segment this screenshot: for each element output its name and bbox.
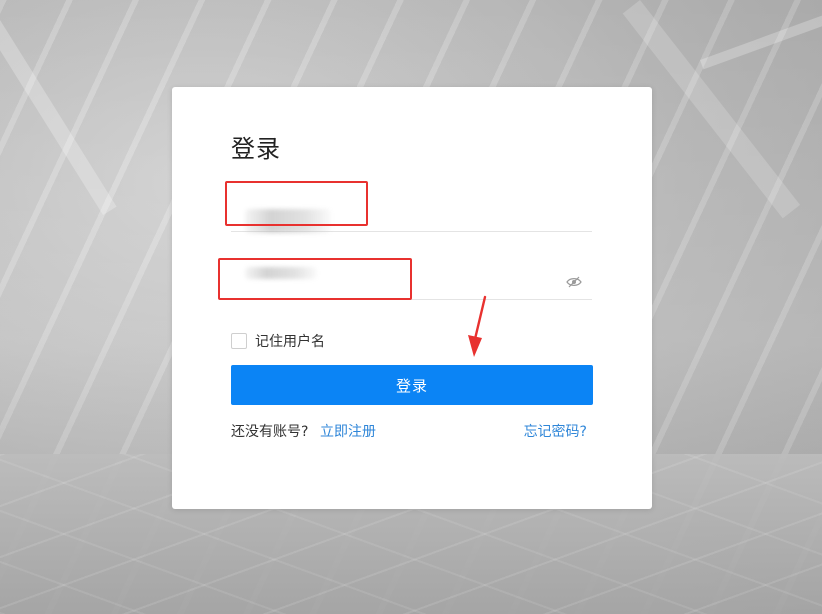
eye-hidden-icon[interactable] <box>566 276 582 288</box>
password-redacted-value <box>245 267 317 279</box>
username-redacted-value <box>245 209 331 233</box>
password-field-container <box>231 265 592 300</box>
remember-label: 记住用户名 <box>255 334 325 350</box>
login-button[interactable]: 登录 <box>231 365 593 405</box>
forgot-password-link[interactable]: 忘记密码? <box>524 421 587 441</box>
login-footer: 还没有账号? 立即注册 忘记密码? <box>231 421 587 441</box>
register-link[interactable]: 立即注册 <box>320 421 376 441</box>
login-card: 登录 记住用户名 登录 还没有账号? 立即注册 忘记密码? <box>172 87 652 509</box>
username-field-container <box>231 197 592 233</box>
red-arrow-icon <box>468 295 487 357</box>
login-title: 登录 <box>231 135 281 163</box>
remember-checkbox[interactable] <box>231 333 247 349</box>
remember-username: 记住用户名 <box>231 331 325 351</box>
no-account-text: 还没有账号? <box>231 424 309 440</box>
